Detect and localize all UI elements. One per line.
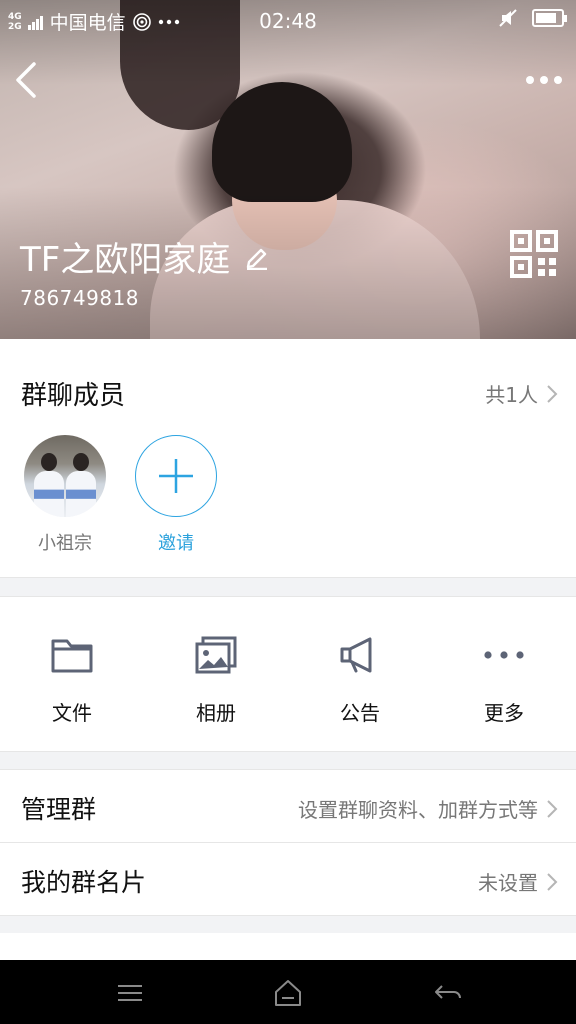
manage-group-title: 管理群 — [21, 795, 97, 824]
group-card-value-wrap: 未设置 — [478, 867, 558, 896]
manage-group-row[interactable]: 管理群 设置群聊资料、加群方式等 — [0, 770, 576, 842]
album-icon — [195, 636, 237, 674]
chevron-right-icon — [547, 872, 558, 891]
back-arrow-icon[interactable] — [10, 60, 46, 100]
avatar-figure — [34, 453, 64, 517]
tools-section: 文件 相册 公告 更多 — [0, 597, 576, 751]
group-header: 4G 2G 中国电信 02:48 TF之欧阳家庭 786749818 — [0, 0, 576, 339]
members-count: 共1人 — [485, 383, 538, 407]
system-nav-bar — [0, 960, 576, 1024]
edit-pencil-icon[interactable] — [244, 244, 270, 270]
divider — [0, 915, 576, 916]
member-name: 小祖宗 — [38, 533, 92, 554]
invite-label: 邀请 — [158, 533, 194, 554]
manage-group-value-wrap: 设置群聊资料、加群方式等 — [298, 794, 558, 823]
chevron-right-icon — [547, 799, 558, 818]
tool-announcement[interactable]: 公告 — [300, 635, 420, 726]
plus-icon — [159, 459, 193, 493]
more-options-icon[interactable] — [524, 66, 564, 94]
megaphone-icon — [340, 637, 372, 673]
home-icon[interactable] — [268, 978, 308, 1008]
folder-icon — [51, 639, 93, 673]
avatar[interactable] — [24, 435, 106, 517]
menu-icon[interactable] — [110, 978, 150, 1008]
members-count-link[interactable]: 共1人 — [485, 379, 558, 408]
manage-group-value: 设置群聊资料、加群方式等 — [298, 798, 538, 822]
group-id: 786749818 — [20, 286, 140, 310]
battery-icon — [532, 9, 567, 27]
group-name[interactable]: TF之欧阳家庭 — [20, 232, 270, 281]
back-nav-icon[interactable] — [428, 978, 468, 1008]
members-title: 群聊成员 — [21, 381, 126, 411]
member-item[interactable]: 小祖宗 — [20, 435, 110, 555]
qr-code-icon[interactable] — [510, 230, 558, 278]
divider — [0, 577, 576, 578]
mute-icon — [499, 9, 517, 27]
tool-album-label: 相册 — [196, 701, 236, 725]
tool-files[interactable]: 文件 — [12, 635, 132, 726]
tool-album[interactable]: 相册 — [156, 635, 276, 726]
invite-button[interactable]: 邀请 — [131, 435, 221, 555]
group-card-title: 我的群名片 — [21, 868, 147, 897]
invite-circle[interactable] — [135, 435, 217, 517]
tool-files-label: 文件 — [52, 701, 92, 725]
members-section: 群聊成员 共1人 小祖宗 邀请 — [0, 339, 576, 577]
chevron-right-icon — [547, 384, 558, 403]
group-card-value: 未设置 — [478, 871, 538, 895]
status-time: 02:48 — [259, 9, 317, 33]
tool-more[interactable]: 更多 — [444, 635, 564, 726]
tool-announcement-label: 公告 — [340, 701, 380, 725]
next-row-partial[interactable] — [0, 933, 576, 960]
group-name-text: TF之欧阳家庭 — [20, 240, 231, 280]
avatar-figure — [66, 453, 96, 517]
divider — [0, 751, 576, 752]
tool-more-label: 更多 — [484, 701, 524, 725]
more-dots-icon — [484, 651, 524, 659]
group-card-row[interactable]: 我的群名片 未设置 — [0, 843, 576, 915]
status-bar: 4G 2G 中国电信 02:48 — [0, 0, 576, 40]
